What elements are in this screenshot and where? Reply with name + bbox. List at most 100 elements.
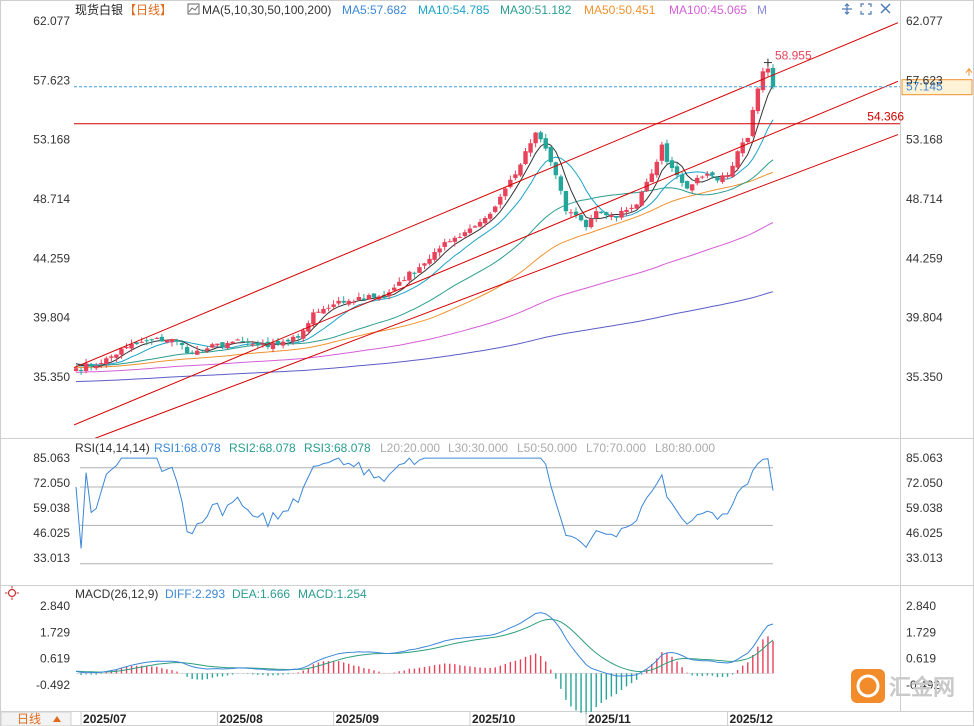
candle-body <box>230 341 235 344</box>
candle-body <box>568 212 574 214</box>
candle-body <box>639 191 644 206</box>
rsi-tick-right: 46.025 <box>906 526 943 540</box>
candle-body <box>599 211 604 214</box>
move-icon[interactable] <box>842 3 852 15</box>
channel-line-3 <box>94 134 899 438</box>
candle-body <box>296 336 301 338</box>
candle-body <box>695 177 700 184</box>
brand-name: 汇金网 <box>889 675 955 700</box>
rsi-tick-right: 59.038 <box>906 501 943 515</box>
macd-settings-icon[interactable] <box>5 586 19 600</box>
candle-body <box>351 301 356 303</box>
candle-body <box>189 352 195 354</box>
candle-body <box>356 297 362 301</box>
period-button[interactable]: 日线 <box>0 711 72 726</box>
candle-body <box>442 242 447 247</box>
candle-body <box>528 143 533 153</box>
macd-value-label: MACD:1.254 <box>298 587 367 601</box>
candle-body <box>543 138 548 149</box>
high-price-label: 58.955 <box>775 49 812 63</box>
candle-body <box>745 137 750 143</box>
candle-body <box>366 295 372 300</box>
candle-body <box>467 228 473 233</box>
ma-params: MA(5,10,30,50,100,200) <box>202 3 331 17</box>
rsi-tick-left: 33.013 <box>33 551 70 565</box>
rsi-tick-right: 72.050 <box>906 476 943 490</box>
candle-body <box>104 358 109 365</box>
candle-body <box>679 174 685 183</box>
candle-body <box>139 341 144 343</box>
rsi-tick-left: 59.038 <box>33 501 70 515</box>
resistance-level-label: 54.366 <box>867 110 904 124</box>
candle-body <box>482 218 488 224</box>
candle-body <box>407 271 412 281</box>
date-label: 2025/07 <box>83 712 127 726</box>
rsi-tick-right: 85.063 <box>906 451 943 465</box>
candle-body <box>604 212 609 216</box>
candle-body <box>341 300 346 303</box>
rsi3-label: RSI3:68.078 <box>304 441 371 455</box>
candle-body <box>391 287 397 291</box>
close-icon[interactable] <box>880 3 891 14</box>
channel-line-1 <box>74 22 899 369</box>
price-tick-right: 57.623 <box>906 73 943 87</box>
price-tick-left: 39.804 <box>33 311 70 325</box>
rsi-l80: L80:80.000 <box>655 441 715 455</box>
candle-body <box>321 308 326 314</box>
rsi-line <box>75 457 774 549</box>
date-label: 2025/10 <box>472 712 516 726</box>
date-label: 2025/11 <box>588 712 631 726</box>
fullscreen-icon[interactable] <box>860 3 872 15</box>
dea-line <box>75 618 774 673</box>
ma-settings-icon[interactable] <box>187 3 200 15</box>
candle-body <box>336 300 341 304</box>
candle-body <box>477 222 483 227</box>
candle-body <box>78 370 84 372</box>
ma5-label: MA5:57.682 <box>342 3 407 17</box>
price-overlay: 54.36658.95557.145 <box>74 49 973 124</box>
candle-body <box>720 175 725 182</box>
rsi2-label: RSI2:68.078 <box>229 441 296 455</box>
candle-body <box>624 209 629 213</box>
candle-body <box>270 342 276 349</box>
ma200-line <box>75 291 774 383</box>
candle-body <box>538 132 543 140</box>
macd-tick-right: 2.840 <box>906 599 936 613</box>
period-button-label: 日线 <box>17 712 41 726</box>
candle-body <box>487 213 493 219</box>
candle-body <box>285 339 291 342</box>
candle-body <box>432 252 437 260</box>
candle-body <box>563 190 569 212</box>
date-label: 2025/09 <box>336 712 380 726</box>
candle-body <box>437 248 442 253</box>
candle-body <box>83 363 89 371</box>
rsi-l50: L50:50.000 <box>517 441 577 455</box>
diff-line <box>75 612 774 677</box>
candle-body <box>578 215 584 221</box>
candle-body <box>159 336 165 342</box>
chart-canvas: 54.36658.95557.145 62.077 62.07757.623 57.… <box>0 0 974 726</box>
candle-body <box>346 300 351 305</box>
candle-body <box>760 71 766 91</box>
symbol-name: 现货白银 <box>75 2 123 17</box>
candle-body <box>619 210 624 218</box>
brand-watermark: 汇金网 <box>851 669 955 703</box>
candle-body <box>715 177 720 181</box>
candle-body <box>669 160 675 168</box>
candle-body <box>74 368 79 372</box>
candle-body <box>200 349 205 351</box>
macd-diff-label: DIFF:2.293 <box>165 587 225 601</box>
candle-body <box>654 161 660 176</box>
candle-body <box>316 311 321 313</box>
candle-body <box>402 280 407 282</box>
candle-body <box>649 173 654 183</box>
candle-body <box>629 207 634 209</box>
candle-body <box>144 340 149 342</box>
candle-body <box>205 348 210 351</box>
rsi-tick-left: 46.025 <box>33 526 70 540</box>
macd-pane <box>75 612 774 715</box>
candle-body <box>220 342 225 347</box>
candle-body <box>301 330 306 339</box>
candle-body <box>750 109 755 137</box>
candle-body <box>684 181 690 189</box>
